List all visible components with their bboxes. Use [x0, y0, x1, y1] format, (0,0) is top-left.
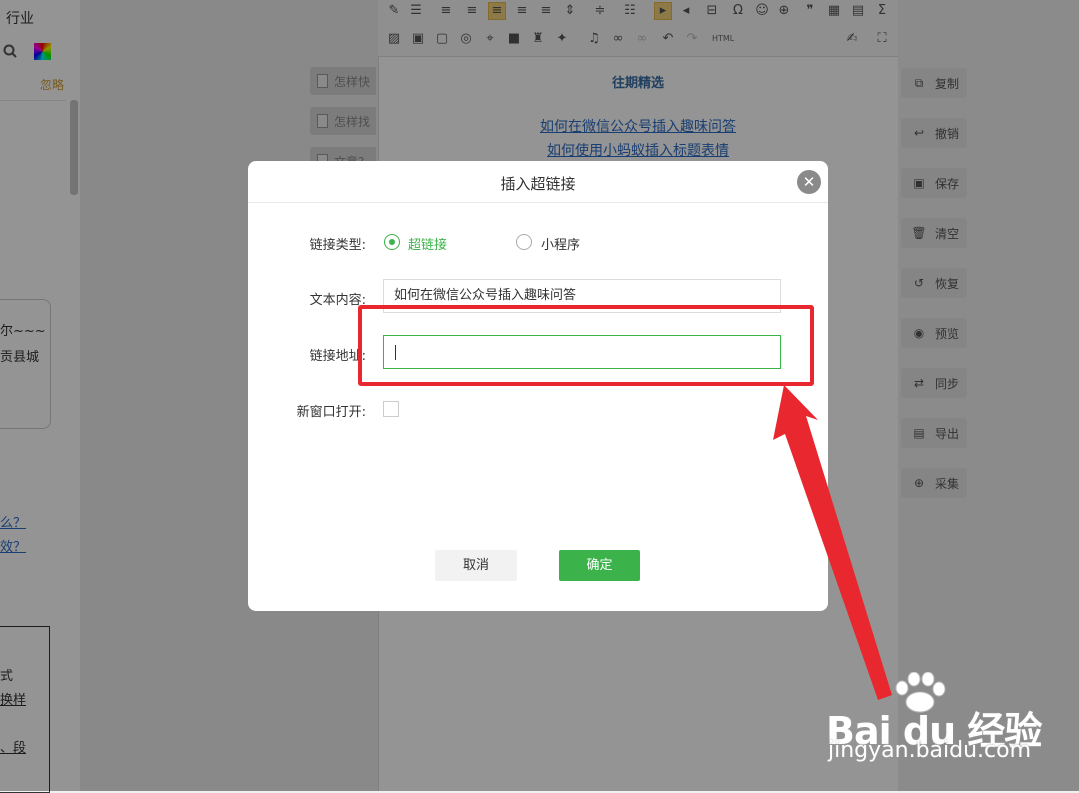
watermark-url: jingyan.baidu.com: [828, 738, 1032, 763]
baidu-jingyan-watermark: Bai du 经验 jingyan.baidu.com: [826, 672, 1056, 772]
